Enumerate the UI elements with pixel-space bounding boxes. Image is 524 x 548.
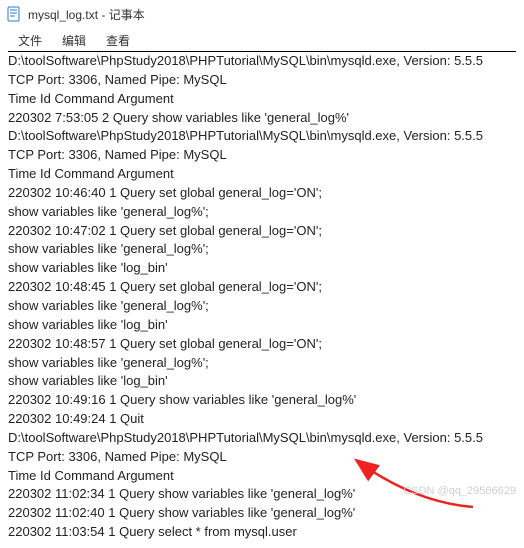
menu-edit[interactable]: 编辑	[52, 28, 96, 52]
log-line: 220302 7:53:05 2 Query show variables li…	[8, 109, 516, 128]
log-line: TCP Port: 3306, Named Pipe: MySQL	[8, 71, 516, 90]
log-line: TCP Port: 3306, Named Pipe: MySQL	[8, 448, 516, 467]
log-line: show variables like 'log_bin'	[8, 372, 516, 391]
log-line: 220302 11:02:40 1 Query show variables l…	[8, 504, 516, 523]
log-line: 220302 10:47:02 1 Query set global gener…	[8, 222, 516, 241]
log-line: show variables like 'general_log%';	[8, 354, 516, 373]
log-line: 220302 10:48:45 1 Query set global gener…	[8, 278, 516, 297]
log-line: Time Id Command Argument	[8, 165, 516, 184]
log-line: D:\toolSoftware\PhpStudy2018\PHPTutorial…	[8, 429, 516, 448]
log-line: D:\toolSoftware\PhpStudy2018\PHPTutorial…	[8, 51, 516, 71]
log-line: show variables like 'general_log%';	[8, 240, 516, 259]
log-line: 220302 10:49:16 1 Query show variables l…	[8, 391, 516, 410]
log-line: Time Id Command Argument	[8, 90, 516, 109]
log-line: 220302 10:48:57 1 Query set global gener…	[8, 335, 516, 354]
log-line: 220302 11:03:54 1 Query select * from my…	[8, 523, 516, 542]
window-title: mysql_log.txt - 记事本	[28, 6, 145, 23]
log-line: D:\toolSoftware\PhpStudy2018\PHPTutorial…	[8, 127, 516, 146]
log-line: show variables like 'general_log%';	[8, 297, 516, 316]
log-line: show variables like 'log_bin'	[8, 316, 516, 335]
menu-file[interactable]: 文件	[8, 28, 52, 52]
menubar: 文件 编辑 查看	[0, 28, 524, 52]
log-line: show variables like 'log_bin'	[8, 259, 516, 278]
notepad-icon	[6, 6, 22, 22]
log-line: show variables like 'general_log%';	[8, 203, 516, 222]
log-line: Time Id Command Argument	[8, 467, 516, 486]
watermark: CSDN @qq_29566629	[403, 485, 516, 497]
text-content[interactable]: D:\toolSoftware\PhpStudy2018\PHPTutorial…	[0, 51, 524, 548]
log-line: TCP Port: 3306, Named Pipe: MySQL	[8, 146, 516, 165]
log-line: 220302 10:46:40 1 Query set global gener…	[8, 184, 516, 203]
menu-view[interactable]: 查看	[96, 28, 140, 52]
log-line: 220302 10:49:24 1 Quit	[8, 410, 516, 429]
titlebar: mysql_log.txt - 记事本	[0, 0, 524, 28]
